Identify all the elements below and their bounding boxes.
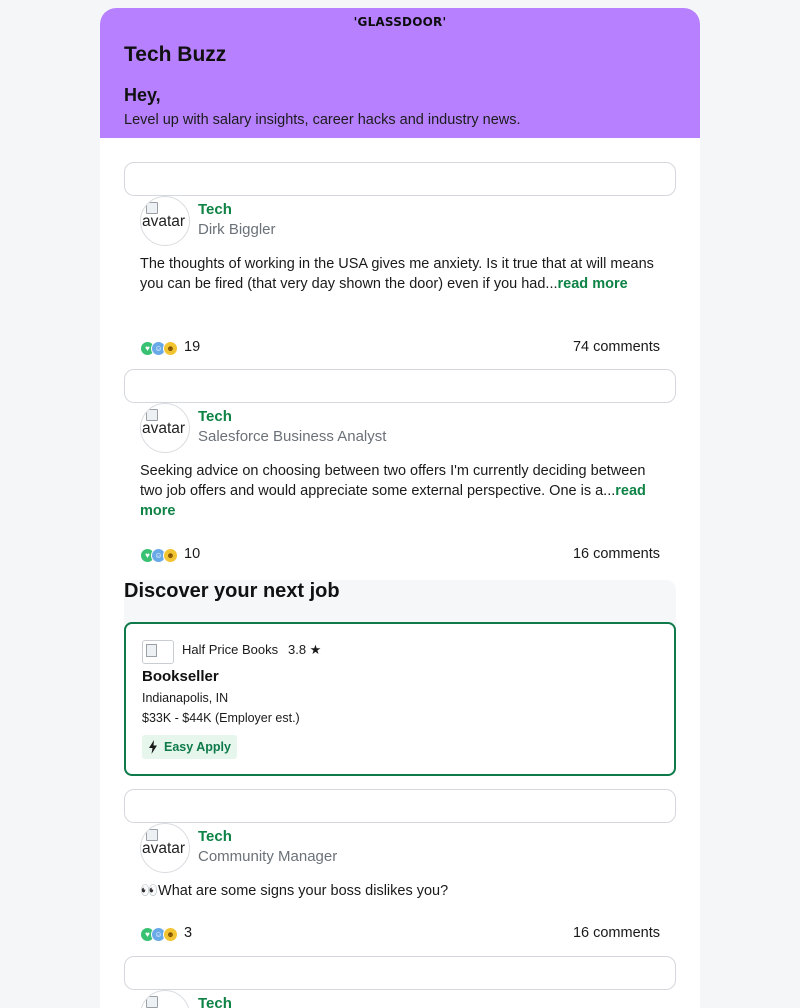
comments-link[interactable]: 16 comments bbox=[573, 546, 660, 562]
post-card[interactable]: avatar Tech Community Manager 👀What are … bbox=[140, 823, 660, 943]
easy-apply-button[interactable]: Easy Apply bbox=[142, 735, 237, 759]
post-card[interactable]: avatar Tech Dirk Biggler The thoughts of… bbox=[140, 196, 660, 356]
job-company: Half Price Books bbox=[182, 642, 279, 657]
post-card-top bbox=[124, 162, 676, 196]
smile-reaction-icon: ☻ bbox=[163, 341, 178, 356]
discover-section-title: Discover your next job bbox=[124, 580, 340, 602]
avatar-alt-text: avatar bbox=[142, 213, 186, 230]
post-card-top bbox=[124, 369, 676, 403]
post-author: Salesforce Business Analyst bbox=[198, 428, 387, 445]
post-category[interactable]: Tech bbox=[198, 828, 232, 845]
reaction-count: 10 bbox=[184, 546, 201, 562]
post-card[interactable]: avatar Tech Salesforce Business Analyst … bbox=[140, 403, 660, 563]
avatar: avatar bbox=[140, 990, 190, 1008]
smile-reaction-icon: ☻ bbox=[163, 927, 178, 942]
company-logo bbox=[142, 640, 174, 664]
smile-reaction-icon: ☻ bbox=[163, 548, 178, 563]
post-category[interactable]: Tech bbox=[198, 201, 232, 218]
avatar-alt-text: avatar bbox=[142, 840, 186, 857]
avatar: avatar bbox=[140, 403, 190, 453]
newsletter-title: Tech Buzz bbox=[124, 43, 227, 66]
post-body: The thoughts of working in the USA gives… bbox=[140, 254, 660, 294]
lightning-bolt-icon bbox=[149, 740, 157, 754]
newsletter-subtitle: Level up with salary insights, career ha… bbox=[124, 112, 521, 128]
post-author: Community Manager bbox=[198, 848, 338, 865]
reaction-count: 3 bbox=[184, 925, 193, 941]
avatar-alt-text: avatar bbox=[142, 420, 186, 437]
post-card-top bbox=[124, 956, 676, 990]
post-text: Seeking advice on choosing between two o… bbox=[140, 463, 646, 499]
avatar: avatar bbox=[140, 196, 190, 246]
post-author: Dirk Biggler bbox=[198, 221, 276, 238]
post-category[interactable]: Tech bbox=[198, 995, 232, 1008]
comments-link[interactable]: 74 comments bbox=[573, 339, 660, 355]
comments-link[interactable]: 16 comments bbox=[573, 925, 660, 941]
easy-apply-label: Easy Apply bbox=[164, 740, 231, 754]
job-location: Indianapolis, IN bbox=[142, 691, 229, 705]
post-card[interactable]: avatar Tech bbox=[140, 990, 660, 1008]
post-body: 👀What are some signs your boss dislikes … bbox=[140, 881, 660, 901]
reactions[interactable]: ♥ ☺ ☻ 10 bbox=[140, 546, 340, 566]
reactions[interactable]: ♥ ☺ ☻ 3 bbox=[140, 925, 340, 945]
reaction-count: 19 bbox=[184, 339, 201, 355]
reactions[interactable]: ♥ ☺ ☻ 19 bbox=[140, 339, 340, 359]
greeting: Hey, bbox=[124, 85, 161, 105]
job-card[interactable]: Half Price Books 3.8 ★ Bookseller Indian… bbox=[124, 622, 676, 776]
job-title[interactable]: Bookseller bbox=[142, 668, 219, 685]
avatar: avatar bbox=[140, 823, 190, 873]
newsletter-email: 'GLASSDOOR' Tech Buzz Hey, Level up with… bbox=[100, 8, 700, 1008]
post-card-top bbox=[124, 789, 676, 823]
post-body: Seeking advice on choosing between two o… bbox=[140, 461, 660, 521]
company-rating: 3.8 ★ bbox=[288, 642, 322, 657]
broken-image-icon bbox=[146, 644, 157, 657]
glassdoor-logo[interactable]: 'GLASSDOOR' bbox=[100, 15, 700, 29]
read-more-link[interactable]: read more bbox=[558, 276, 628, 292]
post-category[interactable]: Tech bbox=[198, 408, 232, 425]
newsletter-header: 'GLASSDOOR' Tech Buzz Hey, Level up with… bbox=[100, 8, 700, 138]
post-text: 👀What are some signs your boss dislikes … bbox=[140, 883, 449, 899]
job-salary: $33K - $44K (Employer est.) bbox=[142, 711, 300, 725]
